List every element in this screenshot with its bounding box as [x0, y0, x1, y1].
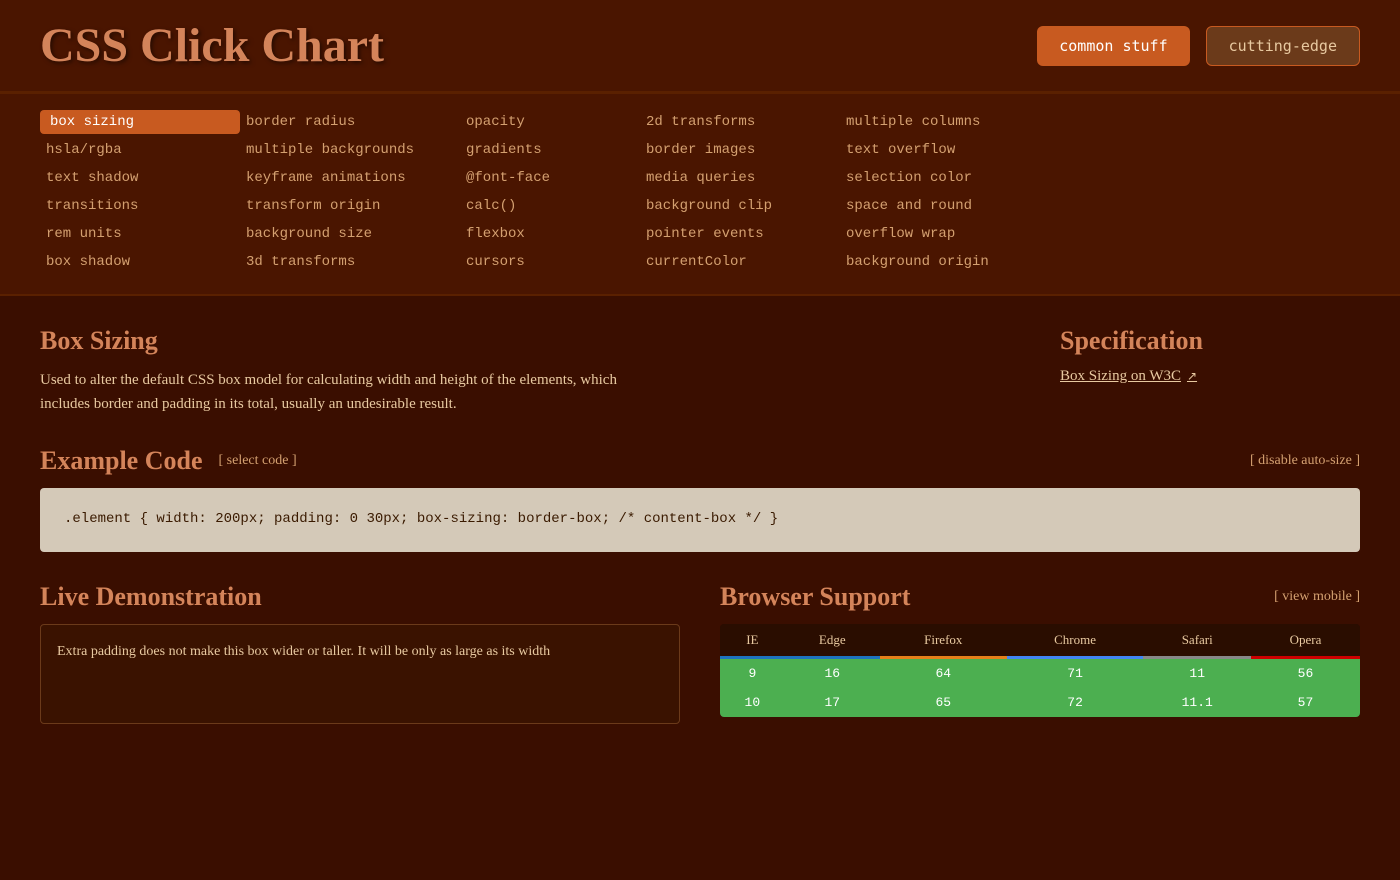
- nav-item-2d-transforms[interactable]: 2d transforms: [640, 110, 840, 134]
- spec-link-text: Box Sizing on W3C: [1060, 368, 1181, 385]
- nav-item-multiple-columns[interactable]: multiple columns: [840, 110, 1060, 134]
- nav-item-text-overflow[interactable]: text overflow: [840, 138, 1060, 162]
- nav-grid: box sizingborder radiusopacity2d transfo…: [40, 110, 1360, 274]
- bottom-row: Live Demonstration Extra padding does no…: [40, 582, 1360, 724]
- browser-cell: 11.1: [1143, 688, 1251, 717]
- section-title: Box Sizing: [40, 326, 1020, 356]
- browser-header: Browser Support [ view mobile ]: [720, 582, 1360, 612]
- browser-support-table: IEEdgeFirefoxChromeSafariOpera9166471115…: [720, 624, 1360, 717]
- external-link-icon: ↗: [1187, 369, 1197, 384]
- browser-cell: 65: [880, 688, 1007, 717]
- header-buttons: common stuff cutting-edge: [1037, 26, 1360, 66]
- browser-col-safari: Safari: [1143, 624, 1251, 658]
- browser-col-edge: Edge: [785, 624, 880, 658]
- browser-col-ie: IE: [720, 624, 785, 658]
- main-content: Box Sizing Used to alter the default CSS…: [0, 296, 1400, 754]
- browser-cell: 10: [720, 688, 785, 717]
- example-header: Example Code [ select code ] [ disable a…: [40, 446, 1360, 476]
- example-code-title: Example Code: [40, 446, 203, 476]
- nav-item-border-images[interactable]: border images: [640, 138, 840, 162]
- nav-item-media-queries[interactable]: media queries: [640, 166, 840, 190]
- nav-item-rem-units[interactable]: rem units: [40, 222, 240, 246]
- browser-cell: 17: [785, 688, 880, 717]
- nav-item-background-clip[interactable]: background clip: [640, 194, 840, 218]
- nav-item-box-shadow[interactable]: box shadow: [40, 250, 240, 274]
- demo-box-container: Extra padding does not make this box wid…: [40, 624, 680, 724]
- browser-section: Browser Support [ view mobile ] IEEdgeFi…: [720, 582, 1360, 724]
- nav-section: box sizingborder radiusopacity2d transfo…: [0, 94, 1400, 296]
- site-title: CSS Click Chart: [40, 18, 384, 73]
- browser-cell: 71: [1007, 657, 1144, 688]
- select-code-link[interactable]: [ select code ]: [219, 453, 297, 469]
- nav-item-text-shadow[interactable]: text shadow: [40, 166, 240, 190]
- nav-item-box-sizing[interactable]: box sizing: [40, 110, 240, 134]
- nav-item-background-size[interactable]: background size: [240, 222, 460, 246]
- example-title-row: Example Code [ select code ]: [40, 446, 297, 476]
- nav-item-3d-transforms[interactable]: 3d transforms: [240, 250, 460, 274]
- nav-item-overflow-wrap[interactable]: overflow wrap: [840, 222, 1060, 246]
- nav-item-selection-color[interactable]: selection color: [840, 166, 1060, 190]
- nav-item-space-and-round[interactable]: space and round: [840, 194, 1060, 218]
- spec-title: Specification: [1060, 326, 1360, 356]
- nav-item-currentColor[interactable]: currentColor: [640, 250, 840, 274]
- browser-support-title: Browser Support: [720, 582, 910, 612]
- browser-cell: 57: [1251, 688, 1360, 717]
- spec-link[interactable]: Box Sizing on W3C ↗: [1060, 368, 1360, 385]
- nav-item-cursors[interactable]: cursors: [460, 250, 640, 274]
- section-desc: Used to alter the default CSS box model …: [40, 368, 620, 416]
- nav-item-gradients[interactable]: gradients: [460, 138, 640, 162]
- live-demo-title: Live Demonstration: [40, 582, 680, 612]
- demo-box-text: Extra padding does not make this box wid…: [57, 641, 663, 663]
- header: CSS Click Chart common stuff cutting-edg…: [0, 0, 1400, 94]
- browser-cell: 72: [1007, 688, 1144, 717]
- nav-item-transform-origin[interactable]: transform origin: [240, 194, 460, 218]
- browser-col-chrome: Chrome: [1007, 624, 1144, 658]
- browser-col-opera: Opera: [1251, 624, 1360, 658]
- browser-cell: 11: [1143, 657, 1251, 688]
- common-stuff-button[interactable]: common stuff: [1037, 26, 1189, 66]
- demo-section: Live Demonstration Extra padding does no…: [40, 582, 680, 724]
- info-row: Box Sizing Used to alter the default CSS…: [40, 326, 1360, 416]
- nav-item-font-face[interactable]: @font-face: [460, 166, 640, 190]
- nav-item-opacity[interactable]: opacity: [460, 110, 640, 134]
- browser-cell: 64: [880, 657, 1007, 688]
- browser-cell: 56: [1251, 657, 1360, 688]
- nav-item-calc[interactable]: calc(): [460, 194, 640, 218]
- nav-item-flexbox[interactable]: flexbox: [460, 222, 640, 246]
- nav-item-transitions[interactable]: transitions: [40, 194, 240, 218]
- code-block: .element { width: 200px; padding: 0 30px…: [40, 488, 1360, 552]
- view-mobile-link[interactable]: [ view mobile ]: [1274, 589, 1360, 605]
- browser-table-row: 1017657211.157: [720, 688, 1360, 717]
- browser-cell: 16: [785, 657, 880, 688]
- nav-item-keyframe-animations[interactable]: keyframe animations: [240, 166, 460, 190]
- nav-item-border-radius[interactable]: border radius: [240, 110, 460, 134]
- nav-item-pointer-events[interactable]: pointer events: [640, 222, 840, 246]
- disable-auto-size-link[interactable]: [ disable auto-size ]: [1250, 453, 1360, 469]
- info-left: Box Sizing Used to alter the default CSS…: [40, 326, 1020, 416]
- nav-item-hslargba[interactable]: hsla/rgba: [40, 138, 240, 162]
- browser-col-firefox: Firefox: [880, 624, 1007, 658]
- nav-item-background-origin[interactable]: background origin: [840, 250, 1060, 274]
- browser-cell: 9: [720, 657, 785, 688]
- nav-item-multiple-backgrounds[interactable]: multiple backgrounds: [240, 138, 460, 162]
- browser-table-row: 91664711156: [720, 657, 1360, 688]
- info-right: Specification Box Sizing on W3C ↗: [1060, 326, 1360, 416]
- cutting-edge-button[interactable]: cutting-edge: [1206, 26, 1360, 66]
